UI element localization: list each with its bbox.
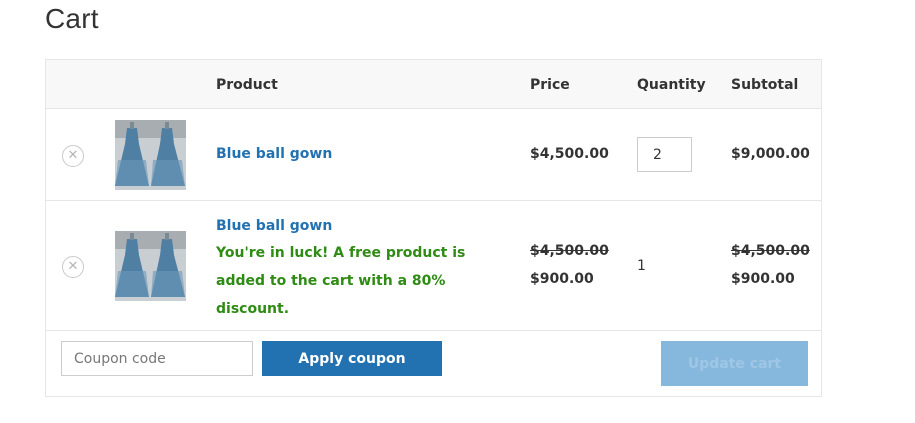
header-quantity: Quantity xyxy=(637,77,706,93)
coupon-code-input[interactable] xyxy=(61,341,253,376)
header-subtotal: Subtotal xyxy=(731,77,799,93)
item-subtotal: $9,000.00 xyxy=(731,146,810,162)
table-row: ✕ Blue ball gown $4,500.00 $9,000.00 xyxy=(46,109,821,201)
item-price: $4,500.00 xyxy=(530,146,609,162)
cart-table: Product Price Quantity Subtotal ✕ Blue b… xyxy=(45,59,822,397)
product-link[interactable]: Blue ball gown xyxy=(216,218,332,234)
update-cart-button[interactable]: Update cart xyxy=(661,341,808,386)
close-icon: ✕ xyxy=(67,259,79,274)
item-subtotal-original: $4,500.00 xyxy=(731,243,810,259)
item-subtotal-discounted: $900.00 xyxy=(731,271,795,287)
item-price-discounted: $900.00 xyxy=(530,271,594,287)
product-thumbnail[interactable] xyxy=(115,231,186,301)
promo-message: You're in luck! A free product is added … xyxy=(216,245,466,317)
header-price: Price xyxy=(530,77,570,93)
item-price-original: $4,500.00 xyxy=(530,243,609,259)
table-row: ✕ Blue ball gown You're in luck! A free … xyxy=(46,201,821,331)
close-icon: ✕ xyxy=(67,148,79,163)
table-header: Product Price Quantity Subtotal xyxy=(46,60,821,109)
remove-item-button[interactable]: ✕ xyxy=(62,256,84,278)
apply-coupon-button[interactable]: Apply coupon xyxy=(262,341,442,376)
quantity-input[interactable] xyxy=(637,137,692,172)
quantity-value: 1 xyxy=(637,258,646,274)
product-link[interactable]: Blue ball gown xyxy=(216,146,332,162)
header-product: Product xyxy=(216,77,278,93)
remove-item-button[interactable]: ✕ xyxy=(62,145,84,167)
page-title: Cart xyxy=(45,3,99,34)
product-thumbnail[interactable] xyxy=(115,120,186,190)
